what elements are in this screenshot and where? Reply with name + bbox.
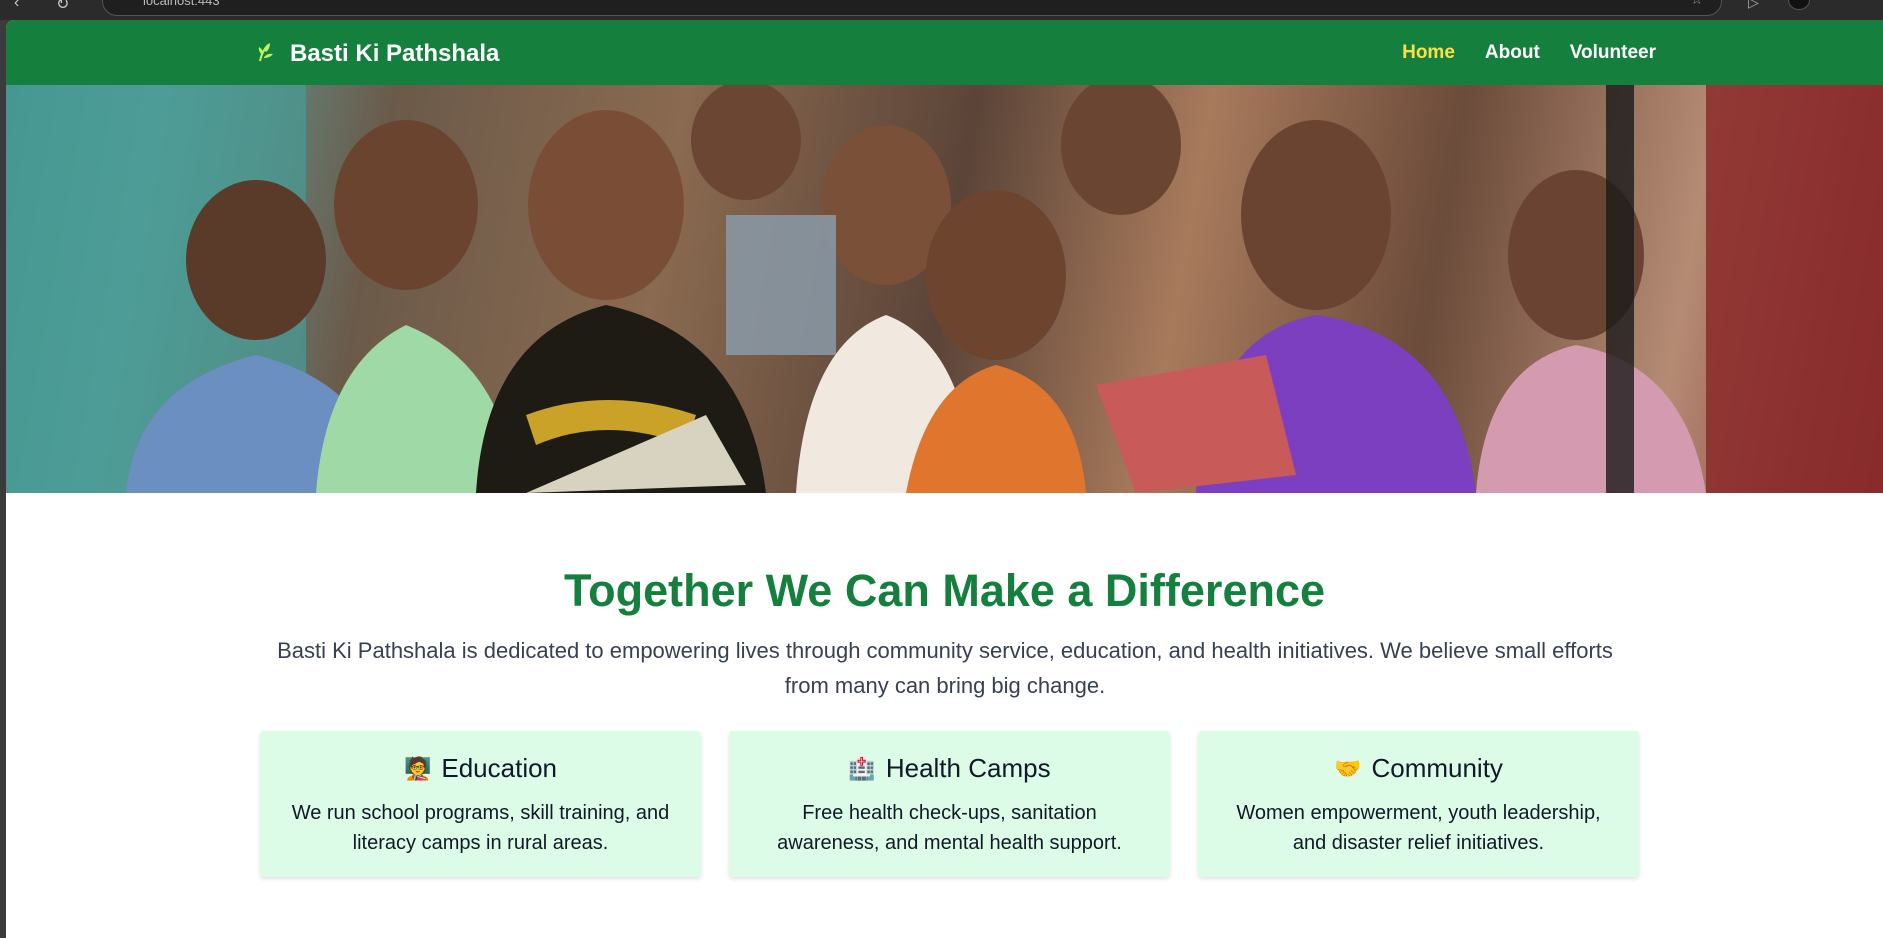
card-title: Education (441, 753, 558, 783)
address-bar[interactable]: localhost:443 ☆ (102, 0, 1722, 16)
nav-home[interactable]: Home (1402, 42, 1455, 64)
card-community: 🤝 Community Women empowerment, youth lea… (1198, 731, 1639, 877)
card-title: Community (1371, 753, 1503, 783)
card-description: We run school programs, skill training, … (291, 802, 670, 854)
focus-areas: 🧑‍🏫 Education We run school programs, sk… (260, 731, 1639, 877)
profile-avatar[interactable] (1788, 0, 1810, 10)
main-nav: Home About Volunteer (1402, 42, 1656, 64)
brand-logo[interactable]: Basti Ki Pathshala (256, 40, 499, 68)
bookmark-star-icon[interactable]: ☆ (1690, 0, 1703, 8)
back-icon[interactable]: ‹ (14, 0, 19, 12)
page-title: Together We Can Make a Difference (563, 565, 1326, 616)
nav-volunteer[interactable]: Volunteer (1570, 42, 1656, 64)
card-title: Health Camps (885, 753, 1051, 783)
leaf-icon (256, 41, 278, 67)
card-health-camps: 🏥 Health Camps Free health check-ups, sa… (729, 731, 1170, 877)
nav-about[interactable]: About (1485, 42, 1540, 64)
children-photo-illustration (6, 85, 1883, 493)
handshake-icon: 🤝 (1334, 755, 1362, 781)
page-viewport: Basti Ki Pathshala Home About Volunteer (6, 20, 1883, 938)
extensions-icon[interactable]: ▷ (1748, 0, 1759, 11)
mission-statement: Basti Ki Pathshala is dedicated to empow… (277, 638, 1613, 698)
site-header: Basti Ki Pathshala Home About Volunteer (6, 20, 1883, 85)
browser-chrome: ‹ ↻ localhost:443 ☆ ▷ (0, 0, 1883, 20)
brand-name: Basti Ki Pathshala (290, 40, 500, 67)
hospital-icon: 🏥 (848, 755, 876, 781)
teacher-icon: 🧑‍🏫 (403, 755, 432, 781)
reload-icon[interactable]: ↻ (56, 0, 69, 14)
card-education: 🧑‍🏫 Education We run school programs, sk… (260, 731, 701, 877)
card-description: Women empowerment, youth leadership, and… (1236, 802, 1601, 854)
hero-image (6, 85, 1883, 493)
address-text: localhost:443 (143, 0, 220, 8)
card-description: Free health check-ups, sanitation awaren… (777, 802, 1122, 854)
